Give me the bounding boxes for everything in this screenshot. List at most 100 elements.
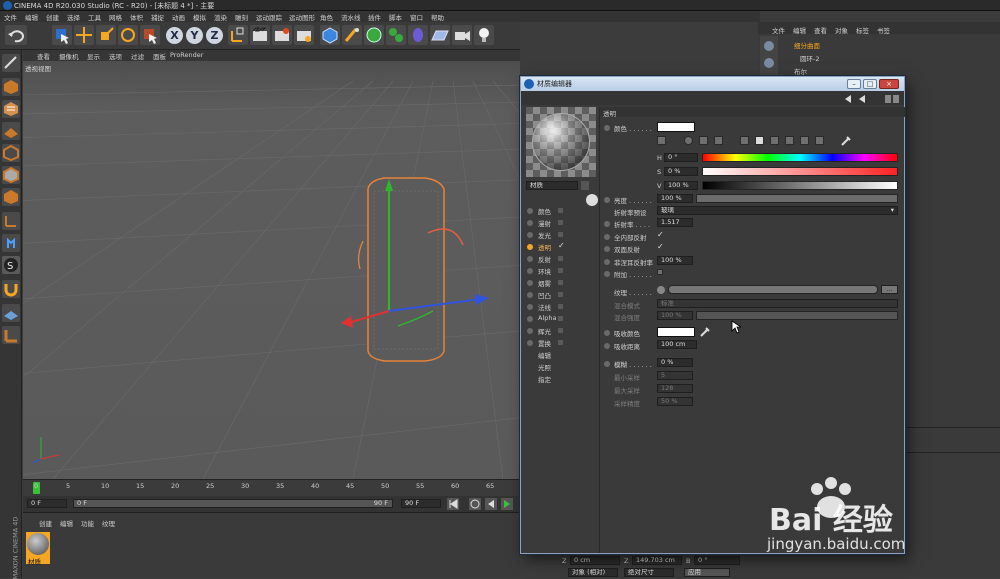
menu-plugins[interactable]: 插件 <box>368 12 381 22</box>
color-swatches-icon[interactable] <box>800 136 809 145</box>
floor-environment-icon[interactable] <box>430 25 450 45</box>
anim-dot[interactable] <box>604 330 610 336</box>
channel-checkbox[interactable] <box>558 256 563 261</box>
render-settings-icon[interactable] <box>294 25 314 45</box>
play-backward-icon[interactable] <box>485 498 497 510</box>
menu-file[interactable]: 文件 <box>4 12 17 22</box>
color-hsv-active-icon[interactable] <box>755 136 764 145</box>
undo-icon[interactable] <box>5 25 27 45</box>
timeline-ruler[interactable]: 0 5 10 15 20 25 30 35 40 45 50 55 60 65 <box>23 479 520 496</box>
channel-checkbox[interactable] <box>558 340 563 345</box>
light-icon[interactable] <box>474 25 494 45</box>
channel-checkmark-icon[interactable]: ✓ <box>558 241 565 250</box>
material-menu-create[interactable]: 创建 <box>39 518 52 528</box>
max-samples-field[interactable]: 128 <box>657 384 693 393</box>
go-to-start-icon[interactable] <box>447 498 459 510</box>
hue-field[interactable]: 0 ° <box>664 153 698 162</box>
channel-bump[interactable]: 凹凸 <box>527 289 589 301</box>
absorption-distance-field[interactable]: 100 cm <box>657 340 697 349</box>
enable-axis-icon[interactable] <box>2 212 20 230</box>
menu-create[interactable]: 创建 <box>46 12 59 22</box>
preview-range-slider[interactable]: 0 F 90 F <box>73 499 393 508</box>
fresnel-field[interactable]: 100 % <box>657 256 693 265</box>
menu-select[interactable]: 选择 <box>67 12 80 22</box>
scale-tool-icon[interactable] <box>96 25 116 45</box>
channel-alpha[interactable]: Alpha <box>527 313 589 325</box>
menu-simulate[interactable]: 模拟 <box>193 12 206 22</box>
points-mode-icon[interactable] <box>2 144 20 162</box>
channel-checkbox[interactable] <box>558 328 563 333</box>
material-editor-titlebar[interactable]: 材质编辑器 – □ × <box>521 77 904 91</box>
om-object-row[interactable]: 细分曲面 <box>782 40 892 50</box>
minimize-button[interactable]: – <box>847 79 861 89</box>
absorption-color-swatch[interactable] <box>657 327 695 337</box>
channel-checkbox[interactable] <box>558 280 563 285</box>
om-menu-objects[interactable]: 对象 <box>835 25 848 35</box>
menu-character[interactable]: 角色 <box>320 12 333 22</box>
viewport-menu-prorender[interactable]: ProRender <box>170 51 203 59</box>
color-mixer-icon[interactable] <box>785 136 794 145</box>
magnet-icon[interactable] <box>2 280 20 298</box>
viewport-menu-cameras[interactable]: 摄像机 <box>59 51 79 61</box>
menu-mesh[interactable]: 网格 <box>109 12 122 22</box>
channel-diffusion[interactable]: 漫射 <box>527 217 589 229</box>
viewport-menu-panel[interactable]: 面板 <box>153 51 166 61</box>
coordinate-system-icon[interactable] <box>228 25 248 45</box>
menu-mograph[interactable]: 运动图形 <box>289 12 315 22</box>
brightness-slider[interactable] <box>696 194 898 203</box>
apply-button[interactable]: 应用 <box>684 568 730 577</box>
menu-edit[interactable]: 编辑 <box>25 12 38 22</box>
viewport-menu-view[interactable]: 查看 <box>37 51 50 61</box>
texture-slot[interactable] <box>668 285 878 294</box>
channel-normal[interactable]: 法线 <box>527 301 589 313</box>
anim-dot[interactable] <box>604 125 610 131</box>
rotate-tool-icon[interactable] <box>118 25 138 45</box>
mix-strength-slider[interactable] <box>696 311 898 320</box>
material-menu-edit[interactable]: 编辑 <box>60 518 73 528</box>
om-menu-file[interactable]: 文件 <box>772 25 785 35</box>
coord-mode-select[interactable]: 对象 (相对) <box>568 568 618 577</box>
anim-dot[interactable] <box>604 197 610 203</box>
maximize-button[interactable]: □ <box>863 79 877 89</box>
end-frame-field[interactable]: 90 F <box>401 499 441 508</box>
viewport-menu-display[interactable]: 显示 <box>87 51 100 61</box>
color-rgb-icon[interactable] <box>714 136 723 145</box>
menu-window[interactable]: 窗口 <box>410 12 423 22</box>
menu-pipeline[interactable]: 流水线 <box>341 12 361 22</box>
anim-dot[interactable] <box>604 259 610 265</box>
ior-field[interactable]: 1.517 <box>657 218 693 227</box>
om-object-row[interactable]: 布尔 <box>782 66 892 76</box>
brightness-field[interactable]: 100 % <box>657 194 693 203</box>
om-object-row[interactable]: 圆环-2 <box>782 53 892 63</box>
color-swatch[interactable] <box>657 122 695 132</box>
material-name-field[interactable]: 材质 <box>526 181 578 190</box>
render-view-icon[interactable] <box>250 25 270 45</box>
channel-transparency[interactable]: 透明 ✓ <box>527 241 589 253</box>
planar-workplane-icon[interactable] <box>2 326 20 344</box>
cube-primitive-icon[interactable] <box>320 25 340 45</box>
coord-z-field[interactable]: 0 cm <box>570 556 620 565</box>
viewport-menu-options[interactable]: 选项 <box>109 51 122 61</box>
ior-preset-select[interactable]: 玻璃 ▾ <box>657 206 898 215</box>
anim-dot[interactable] <box>604 246 610 252</box>
deformer-icon[interactable] <box>408 25 428 45</box>
om-menu-bookmarks[interactable]: 书签 <box>877 25 890 35</box>
move-tool-icon[interactable] <box>74 25 94 45</box>
color-hsv-icon[interactable] <box>740 136 749 145</box>
menu-script[interactable]: 脚本 <box>389 12 402 22</box>
channel-editor[interactable]: 编辑 <box>527 349 589 361</box>
channel-assignment[interactable]: 指定 <box>527 373 589 385</box>
min-samples-field[interactable]: 5 <box>657 371 693 380</box>
channel-illumination[interactable]: 光照 <box>527 361 589 373</box>
texture-browse-button[interactable]: ... <box>881 285 898 294</box>
recent-tool-icon[interactable] <box>140 25 160 45</box>
total-internal-reflection-checkbox[interactable]: ✓ <box>657 230 664 239</box>
edges-mode-icon[interactable] <box>2 166 20 184</box>
channel-luminance[interactable]: 发光 <box>527 229 589 241</box>
menu-help[interactable]: 帮助 <box>431 12 444 22</box>
menu-tools[interactable]: 工具 <box>88 12 101 22</box>
channel-checkbox[interactable] <box>558 292 563 297</box>
close-button[interactable]: × <box>879 79 899 89</box>
polygons-mode-icon[interactable] <box>2 188 20 206</box>
channel-glow[interactable]: 辉光 <box>527 325 589 337</box>
